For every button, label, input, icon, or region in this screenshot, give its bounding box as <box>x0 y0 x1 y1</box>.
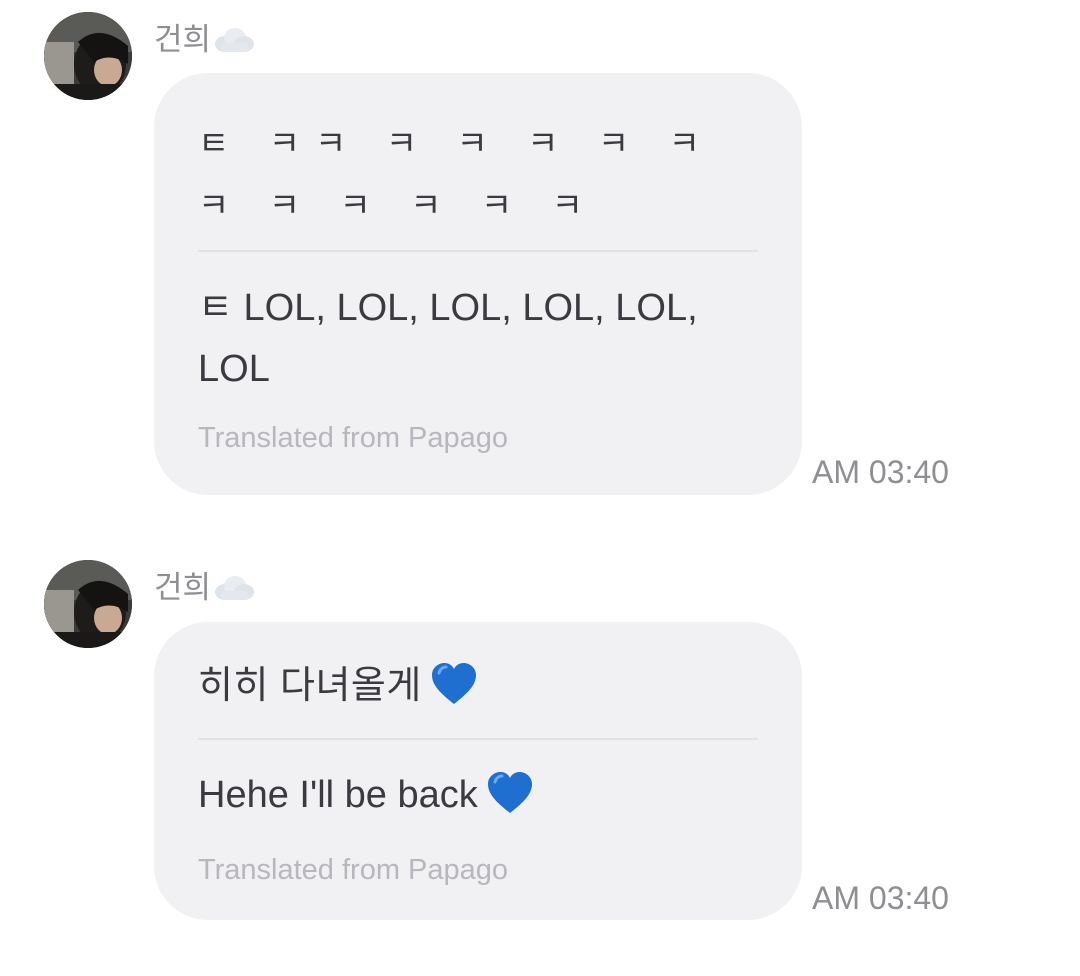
timestamp: AM 03:40 <box>812 880 949 916</box>
avatar[interactable] <box>44 12 132 100</box>
sender-name-text: 건희 <box>154 570 212 605</box>
profile-photo <box>44 560 132 648</box>
translation-source-note: Translated from Papago <box>198 422 509 454</box>
message-bubble[interactable]: 히히 다녀올게 Hehe I'll be back Translated fro… <box>154 622 802 920</box>
timestamp: AM 03:40 <box>812 454 949 490</box>
profile-photo <box>44 12 132 100</box>
sender-name: 건희 <box>154 20 255 60</box>
translated-text: Hehe I'll be back <box>198 740 758 826</box>
sender-name-text: 건희 <box>154 22 212 57</box>
chat-message: 건희 히히 다녀올게 Hehe I'll be back Translated … <box>0 548 1080 976</box>
sender-name: 건희 <box>154 568 255 608</box>
chat-message: 건희 ㅌ ㅋㅋ ㅋ ㅋ ㅋ ㅋ ㅋㅋ ㅋ ㅋ ㅋ ㅋ ㅋ ㅌ LOL, LOL,… <box>0 0 1080 500</box>
blue-heart-icon <box>487 772 532 813</box>
blue-heart-icon <box>431 663 476 704</box>
translation-source-note: Translated from Papago <box>198 854 509 886</box>
cloud-icon <box>215 28 255 52</box>
original-text-content: 히히 다녀올게 <box>198 665 422 707</box>
original-text: 히히 다녀올게 <box>198 622 758 732</box>
avatar[interactable] <box>44 560 132 648</box>
original-text: ㅌ ㅋㅋ ㅋ ㅋ ㅋ ㅋ ㅋㅋ ㅋ ㅋ ㅋ ㅋ ㅋ <box>198 125 715 225</box>
translated-text-content: Hehe I'll be back <box>198 774 478 816</box>
message-bubble[interactable]: ㅌ ㅋㅋ ㅋ ㅋ ㅋ ㅋ ㅋㅋ ㅋ ㅋ ㅋ ㅋ ㅋ ㅌ LOL, LOL, LO… <box>154 73 802 495</box>
cloud-icon <box>215 576 255 600</box>
translated-text: ㅌ LOL, LOL, LOL, LOL, LOL, LOL <box>198 287 698 390</box>
